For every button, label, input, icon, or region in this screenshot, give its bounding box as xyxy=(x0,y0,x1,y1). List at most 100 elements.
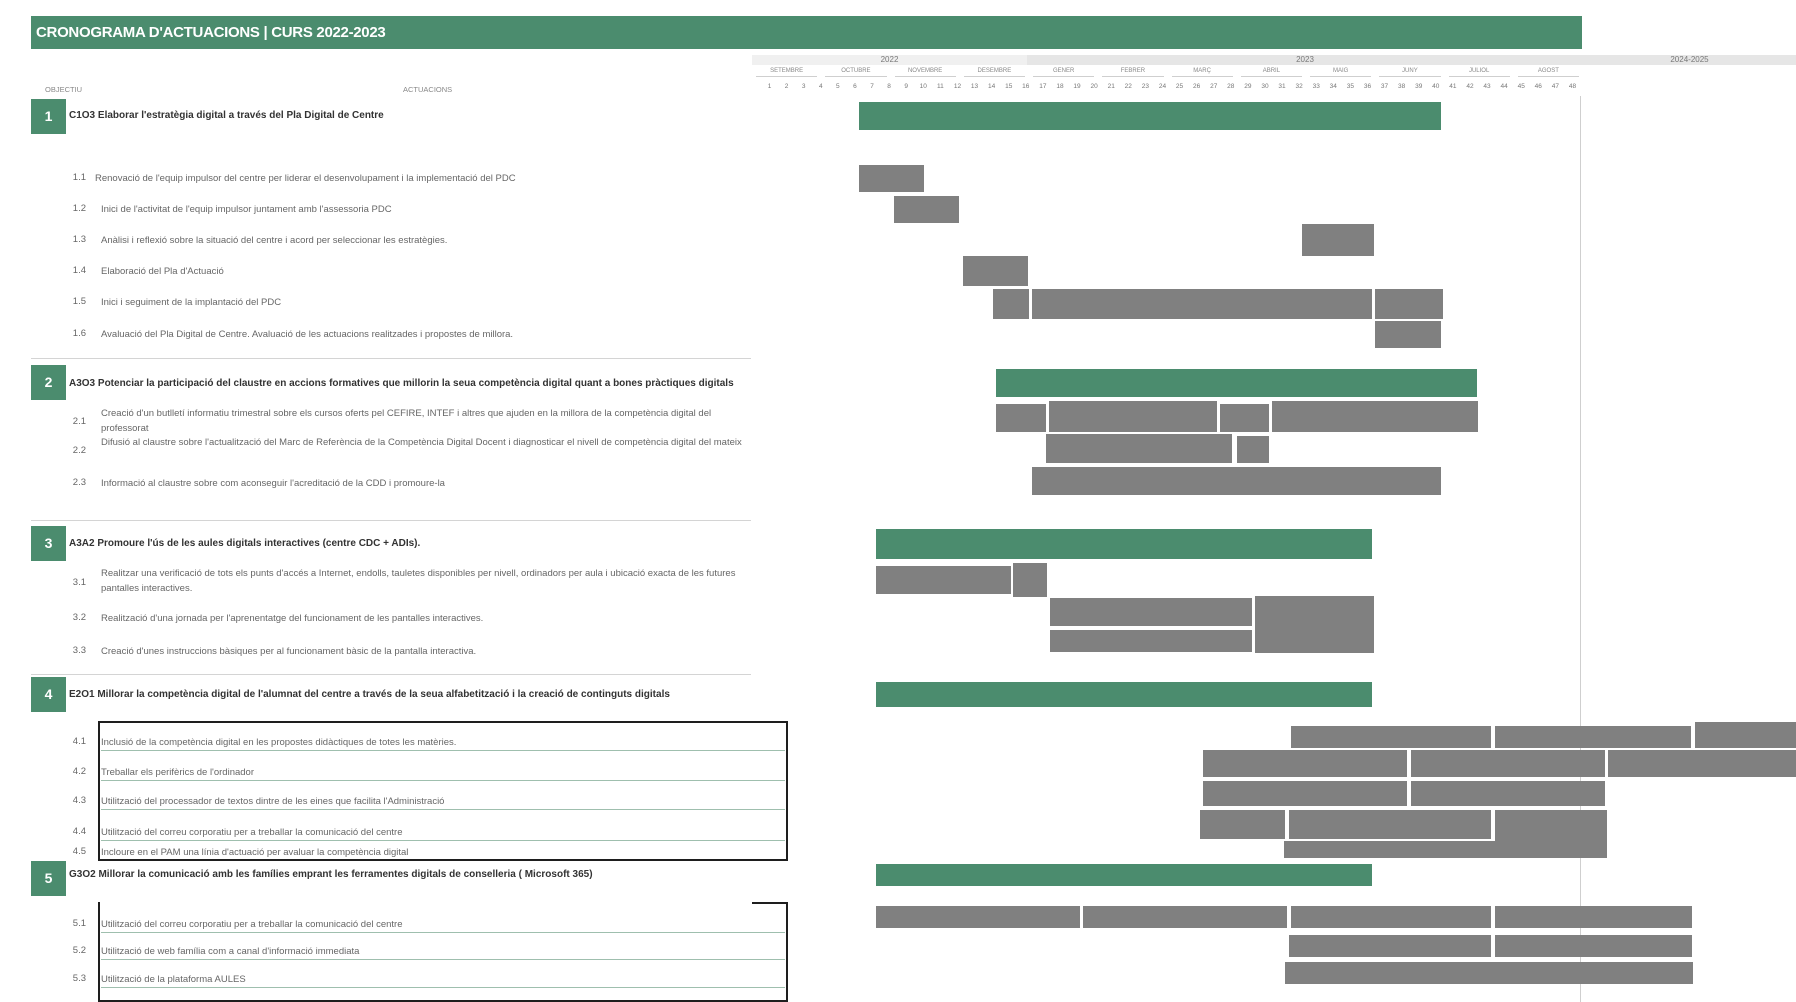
action-number: 2.1 xyxy=(72,416,86,427)
action-text: Inici de l'activitat de l'equip impulsor… xyxy=(101,204,392,215)
month-underline xyxy=(894,76,956,77)
action-text: Incloure en el PAM una línia d'actuació … xyxy=(101,847,409,858)
objective-number: 3 xyxy=(31,526,66,561)
action-text: Realització d'una jornada per l'aprenent… xyxy=(101,613,484,624)
week-number: 8 xyxy=(887,83,891,90)
week-number: 20 xyxy=(1090,83,1098,90)
action-4-1-gantt-bar xyxy=(1695,722,1796,748)
week-number: 3 xyxy=(801,83,806,90)
week-number: 34 xyxy=(1329,83,1337,90)
week-number: 48 xyxy=(1568,83,1577,90)
action-1-5-gantt-bar xyxy=(1032,289,1372,319)
week-number: 14 xyxy=(988,83,996,90)
week-number: 44 xyxy=(1500,83,1508,90)
month-row: SETEMBRE OCTUBRE NOVEMBRE DESEMBRE GENER FEBR… xyxy=(752,67,1583,79)
action-number: 2.3 xyxy=(72,477,86,488)
action-4-2-gantt-bar xyxy=(1203,750,1407,777)
action-4-1-gantt-bar xyxy=(1495,726,1691,748)
year-label-2023: 2023 xyxy=(1027,55,1583,65)
month-underline xyxy=(1033,76,1095,77)
month-label: JUNY xyxy=(1402,68,1418,74)
action-text: Utilització de la plataforma AULES xyxy=(101,972,785,988)
week-number: 33 xyxy=(1312,83,1320,90)
objective-number: 2 xyxy=(31,365,66,400)
action-4-4-gantt-bar xyxy=(1200,810,1285,839)
month-underline xyxy=(963,76,1025,77)
week-number: 32 xyxy=(1295,83,1303,90)
objective-number: 5 xyxy=(31,861,66,896)
action-3-1-gantt-bar xyxy=(1013,563,1047,597)
month-label: SETEMBRE xyxy=(770,68,804,74)
action-5-2-gantt-bar xyxy=(1495,935,1692,957)
week-number: 10 xyxy=(919,83,927,90)
action-4-2-gantt-bar xyxy=(1608,750,1796,777)
action-1-5-gantt-bar xyxy=(1375,289,1443,319)
month-label: AGOST xyxy=(1537,68,1559,74)
month-underline xyxy=(1517,76,1579,77)
action-text: Difusió al claustre sobre l'actualitzaci… xyxy=(101,437,742,448)
week-number: 5 xyxy=(836,83,840,90)
section-divider xyxy=(31,520,751,521)
week-number: 41 xyxy=(1449,83,1457,90)
objective-5-gantt-bar xyxy=(876,864,1372,886)
section-divider xyxy=(31,674,751,675)
month-underline xyxy=(756,76,818,77)
action-text: Renovació de l'equip impulsor del centre… xyxy=(95,173,516,184)
year-boundary-line xyxy=(1580,96,1581,1002)
action-3-2-gantt-bar xyxy=(1050,598,1252,626)
action-number: 1.6 xyxy=(72,328,86,339)
month-underline xyxy=(825,76,887,77)
week-number: 46 xyxy=(1534,83,1542,90)
week-number: 27 xyxy=(1210,83,1218,90)
action-text: Utilització de web família com a canal d… xyxy=(101,944,785,960)
objective-title: A3A2 Promoure l'ús de les aules digitals… xyxy=(69,538,421,549)
action-number: 5.1 xyxy=(72,918,86,929)
objective-column-header: OBJECTIU xyxy=(45,85,83,94)
action-3-1-gantt-bar xyxy=(876,566,1011,594)
month-underline xyxy=(1102,76,1164,77)
action-1-1-gantt-bar xyxy=(859,165,924,192)
action-4-4-gantt-bar xyxy=(1289,810,1491,839)
week-number: 22 xyxy=(1124,83,1132,90)
action-2-1-gantt-bar xyxy=(1049,401,1217,432)
month-label: ABRIL xyxy=(1262,68,1281,74)
action-number: 4.1 xyxy=(72,736,86,747)
action-1-4-gantt-bar xyxy=(963,256,1028,286)
week-number: 28 xyxy=(1227,83,1235,90)
action-1-6-gantt-bar xyxy=(1375,321,1441,348)
action-text: Utilització del processador de textos di… xyxy=(101,794,785,810)
page-title: CRONOGRAMA D'ACTUACIONS | CURS 2022-2023 xyxy=(31,16,1582,49)
action-number: 2.2 xyxy=(72,445,86,456)
action-5-1-gantt-bar xyxy=(876,906,1080,928)
action-2-2-gantt-bar xyxy=(1237,436,1269,463)
year-label-2022: 2022 xyxy=(752,55,1027,65)
objective-4-gantt-bar xyxy=(876,682,1372,707)
action-number: 3.2 xyxy=(72,612,86,623)
year-label-2024-2025: 2024-2025 xyxy=(1583,55,1796,65)
action-text: Realitzar una verificació de tots els pu… xyxy=(101,568,736,594)
week-number: 39 xyxy=(1415,83,1423,90)
action-4-1-gantt-bar xyxy=(1291,726,1491,748)
week-number: 4 xyxy=(818,83,823,90)
week-number: 35 xyxy=(1346,83,1354,90)
action-number: 1.2 xyxy=(72,203,86,214)
week-number: 30 xyxy=(1261,83,1269,90)
week-number: 26 xyxy=(1193,83,1201,90)
action-text: Treballar els perifèrics de l'ordinador xyxy=(101,765,785,781)
action-number: 4.2 xyxy=(72,766,86,777)
month-label: MAIG xyxy=(1332,68,1349,74)
objective-2-gantt-bar xyxy=(996,369,1477,397)
week-number: 16 xyxy=(1022,83,1030,90)
action-1-5-gantt-bar xyxy=(993,289,1029,319)
action-number: 1.5 xyxy=(72,296,86,307)
week-number: 31 xyxy=(1278,83,1286,90)
timeline-header: 2022 2023 2024-2025 SETEMBRE OCTUBRE NOVEM… xyxy=(752,55,1796,95)
action-number: 4.3 xyxy=(72,795,86,806)
action-text: Utilització del correu corporatiu per a … xyxy=(101,917,785,933)
action-5-1-gantt-bar xyxy=(1291,906,1491,928)
week-number: 7 xyxy=(870,83,874,90)
month-label: GENER xyxy=(1052,68,1075,74)
action-5-3-gantt-bar xyxy=(1285,962,1693,984)
week-number: 25 xyxy=(1175,83,1184,90)
action-number: 4.5 xyxy=(72,846,86,857)
